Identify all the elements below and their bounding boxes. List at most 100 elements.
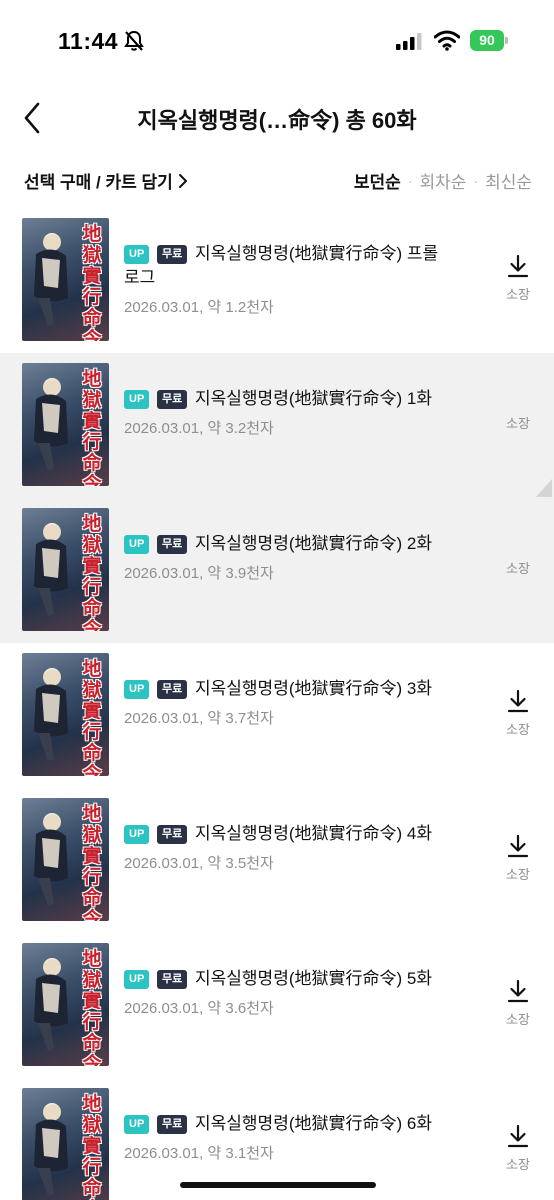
episode-thumbnail: 地獄實行命令 [22, 943, 109, 1066]
select-purchase-button[interactable]: 선택 구매 / 카트 담기 [24, 168, 189, 193]
episode-title: 지옥실행명령(地獄實行命令) 6화 [195, 1114, 432, 1133]
cover-title-text: 地獄實行命令 [82, 1093, 102, 1200]
own-label: 소장 [506, 416, 530, 431]
episode-title: 지옥실행명령(地獄實行命令) 3화 [195, 679, 432, 698]
page-title: 지옥실행명령(…命令) 총 60화 [137, 108, 417, 133]
status-time: 11:44 [58, 28, 119, 54]
select-purchase-label: 선택 구매 / 카트 담기 [24, 173, 173, 192]
sort-separator: · [473, 172, 479, 189]
free-badge: 무료 [157, 680, 188, 699]
episode-row[interactable]: 地獄實行命令 UP 무료 지옥실행명령(地獄實行命令) 프롤로그 2026.03… [0, 208, 554, 353]
episode-meta: 2026.03.01, 약 3.5천자 [124, 855, 274, 872]
signal-icon [396, 33, 422, 50]
episode-thumbnail: 地獄實行命令 [22, 363, 109, 486]
episode-title-line: UP 무료 지옥실행명령(地獄實行命令) 3화 [124, 677, 446, 701]
own-label: 소장 [506, 722, 530, 737]
own-label: 소장 [506, 561, 530, 576]
download-icon [507, 1124, 529, 1148]
cover-title-text: 地獄實行命令 [82, 368, 102, 487]
up-badge: UP [124, 535, 150, 554]
own-label: 소장 [506, 867, 530, 882]
toolbar: 선택 구매 / 카트 담기 보던순 · 회차순 · 최신순 [0, 160, 554, 200]
own-button[interactable]: 소장 [502, 558, 534, 577]
episode-meta: 2026.03.01, 약 3.2천자 [124, 420, 274, 437]
up-badge: UP [124, 245, 150, 264]
cover-figure [34, 523, 68, 616]
battery-indicator: 90 [470, 30, 508, 51]
up-badge: UP [124, 680, 150, 699]
own-button[interactable]: 소장 [502, 689, 534, 738]
download-icon [507, 689, 529, 713]
free-badge: 무료 [157, 535, 188, 554]
episode-list: 地獄實行命令 UP 무료 지옥실행명령(地獄實行命令) 프롤로그 2026.03… [0, 208, 554, 1200]
header: 지옥실행명령(…命令) 총 60화 [0, 86, 554, 152]
cover-title-text: 地獄實行命令 [82, 658, 102, 777]
episode-title: 지옥실행명령(地獄實行命令) 4화 [195, 824, 432, 843]
up-badge: UP [124, 825, 150, 844]
own-button[interactable]: 소장 [502, 1124, 534, 1173]
sort-options: 보던순 · 회차순 · 최신순 [354, 168, 532, 193]
sort-option-latest[interactable]: 최신순 [485, 168, 532, 193]
chevron-right-icon [178, 173, 187, 188]
episode-meta: 2026.03.01, 약 3.7천자 [124, 710, 274, 727]
sort-option-episode-order[interactable]: 회차순 [419, 168, 466, 193]
bell-slash-icon [124, 30, 144, 51]
up-badge: UP [124, 970, 150, 989]
own-label: 소장 [506, 1012, 530, 1027]
episode-title-line: UP 무료 지옥실행명령(地獄實行命令) 5화 [124, 967, 446, 991]
download-icon [507, 254, 529, 278]
up-badge: UP [124, 390, 150, 409]
cover-figure [34, 668, 68, 761]
episode-thumbnail: 地獄實行命令 [22, 1088, 109, 1200]
episode-info: UP 무료 지옥실행명령(地獄實行命令) 프롤로그 2026.03.01, 약 … [124, 242, 446, 317]
battery-tip [505, 37, 508, 44]
episode-title-line: UP 무료 지옥실행명령(地獄實行命令) 프롤로그 [124, 242, 446, 290]
up-badge: UP [124, 1115, 150, 1134]
episode-title-line: UP 무료 지옥실행명령(地獄實行命令) 1화 [124, 387, 446, 411]
episode-row[interactable]: 地獄實行命令 UP 무료 지옥실행명령(地獄實行命令) 4화 2026.03.0… [0, 788, 554, 933]
cover-figure [34, 1103, 68, 1196]
episode-title-line: UP 무료 지옥실행명령(地獄實行命令) 2화 [124, 532, 446, 556]
own-label: 소장 [506, 1157, 530, 1172]
scroll-handle[interactable] [536, 479, 552, 497]
free-badge: 무료 [157, 245, 188, 264]
episode-info: UP 무료 지옥실행명령(地獄實行命令) 3화 2026.03.01, 약 3.… [124, 677, 446, 728]
episode-row[interactable]: 地獄實行命令 UP 무료 지옥실행명령(地獄實行命令) 5화 2026.03.0… [0, 933, 554, 1078]
free-badge: 무료 [157, 825, 188, 844]
cover-title-text: 地獄實行命令 [82, 948, 102, 1067]
episode-title: 지옥실행명령(地獄實行命令) 2화 [195, 534, 432, 553]
episode-info: UP 무료 지옥실행명령(地獄實行命令) 5화 2026.03.01, 약 3.… [124, 967, 446, 1018]
episode-title: 지옥실행명령(地獄實行命令) 1화 [195, 389, 432, 408]
cover-title-text: 地獄實行命令 [82, 223, 102, 342]
free-badge: 무료 [157, 970, 188, 989]
cover-figure [34, 958, 68, 1051]
episode-thumbnail: 地獄實行命令 [22, 508, 109, 631]
episode-info: UP 무료 지옥실행명령(地獄實行命令) 2화 2026.03.01, 약 3.… [124, 532, 446, 583]
episode-thumbnail: 地獄實行命令 [22, 653, 109, 776]
status-bar: 11:44 90 [0, 0, 554, 86]
cover-title-text: 地獄實行命令 [82, 513, 102, 632]
episode-meta: 2026.03.01, 약 3.9천자 [124, 565, 274, 582]
own-button[interactable]: 소장 [502, 254, 534, 303]
own-button[interactable]: 소장 [502, 834, 534, 883]
own-button[interactable]: 소장 [502, 979, 534, 1028]
own-label: 소장 [506, 287, 530, 302]
cover-title-text: 地獄實行命令 [82, 803, 102, 922]
episode-thumbnail: 地獄實行命令 [22, 218, 109, 341]
sort-option-last-read[interactable]: 보던순 [354, 168, 401, 193]
wifi-icon [434, 30, 460, 51]
episode-meta: 2026.03.01, 약 1.2천자 [124, 299, 274, 316]
download-icon [507, 834, 529, 858]
episode-row[interactable]: 地獄實行命令 UP 무료 지옥실행명령(地獄實行命令) 2화 2026.03.0… [0, 498, 554, 643]
episode-row[interactable]: 地獄實行命令 UP 무료 지옥실행명령(地獄實行命令) 1화 2026.03.0… [0, 353, 554, 498]
episode-row[interactable]: 地獄實行命令 UP 무료 지옥실행명령(地獄實行命令) 3화 2026.03.0… [0, 643, 554, 788]
episode-info: UP 무료 지옥실행명령(地獄實行命令) 1화 2026.03.01, 약 3.… [124, 387, 446, 438]
episode-title-line: UP 무료 지옥실행명령(地獄實行命令) 4화 [124, 822, 446, 846]
cover-figure [34, 378, 68, 471]
episode-info: UP 무료 지옥실행명령(地獄實行命令) 4화 2026.03.01, 약 3.… [124, 822, 446, 873]
own-button[interactable]: 소장 [502, 413, 534, 432]
free-badge: 무료 [157, 1115, 188, 1134]
episode-title: 지옥실행명령(地獄實行命令) 5화 [195, 969, 432, 988]
cover-figure [34, 233, 68, 326]
home-indicator [180, 1182, 376, 1188]
